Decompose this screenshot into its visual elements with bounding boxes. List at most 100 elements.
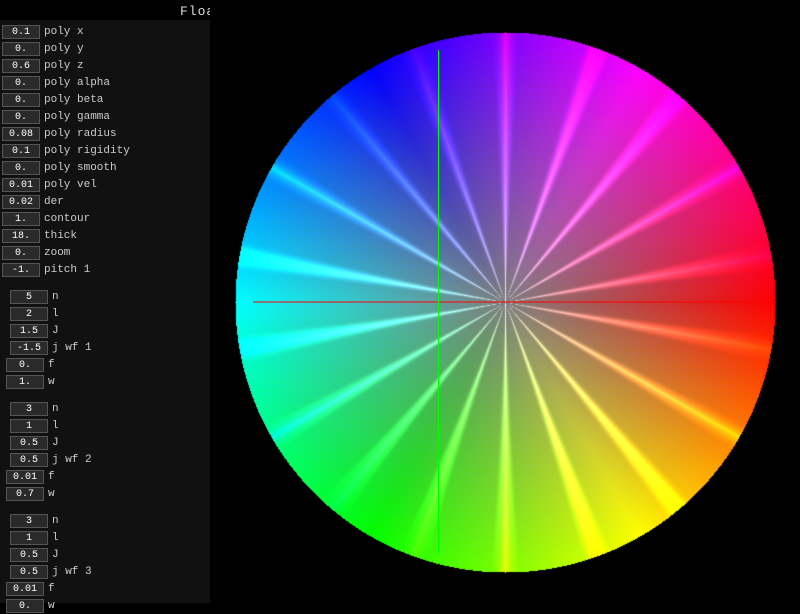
wf1-rows-val-2[interactable]: 1.5 (10, 324, 48, 338)
param-row: 0.08 poly radius (2, 126, 217, 142)
wf2-rows-val-3[interactable]: 0.5 (10, 453, 48, 467)
wf3-rows: 3n1l0.5J0.5j wf 3 (6, 513, 217, 580)
wf3-rows-lbl-1: l (52, 532, 59, 544)
param-row: 0. zoom (2, 245, 217, 261)
param-label-poly-radius: poly radius (44, 128, 117, 140)
param-value-poly-vel[interactable]: 0.01 (2, 178, 40, 192)
wf-row: 0.5J (6, 435, 217, 451)
wf-row: 5n (6, 289, 217, 305)
left-panel: 0.1poly x0.poly y0.6poly z0.poly alpha0.… (0, 20, 220, 603)
wf3-rows-val-2[interactable]: 0.5 (10, 548, 48, 562)
param-row: 0.02 der (2, 194, 217, 210)
param-value-poly-y[interactable]: 0. (2, 42, 40, 56)
param-value-contour[interactable]: 1. (2, 212, 40, 226)
color-wheel-container[interactable] (210, 0, 800, 603)
wf-row: 0.5 j wf 2 (6, 452, 217, 468)
param-value-poly-radius[interactable]: 0.08 (2, 127, 40, 141)
wf3-w-row: 0. w (6, 598, 217, 614)
wf3-rows-lbl-0: n (52, 515, 59, 527)
wf-row: 0.5 J (6, 547, 217, 563)
wf3-title-row: 0.01 f (6, 581, 217, 597)
wf-row: 3n (6, 401, 217, 417)
param-row: -1. pitch 1 (2, 262, 217, 278)
param-value-poly-gamma[interactable]: 0. (2, 110, 40, 124)
param-row: 0.01 poly vel (2, 177, 217, 193)
param-value-poly-smooth[interactable]: 0. (2, 161, 40, 175)
param-label-contour: contour (44, 213, 90, 225)
param-value-poly-rigidity[interactable]: 0.1 (2, 144, 40, 158)
wf1-rows-val-1[interactable]: 2 (10, 307, 48, 321)
wf2-rows-val-0[interactable]: 3 (10, 402, 48, 416)
wf1-f-label: f (48, 359, 55, 371)
wf1-rows-val-3[interactable]: -1.5 (10, 341, 48, 355)
param-value-der[interactable]: 0.02 (2, 195, 40, 209)
param-row: 1. contour (2, 211, 217, 227)
wf2-f-label: f (48, 471, 55, 483)
wf1-w-value[interactable]: 1. (6, 375, 44, 389)
wf1-rows: 5n2l1.5J-1.5j wf 1 (6, 289, 217, 356)
wf3-rows-lbl-2: J (52, 549, 59, 561)
wf2-rows-lbl-3: j wf 2 (52, 454, 92, 466)
param-label-zoom: zoom (44, 247, 70, 259)
param-label-poly-y: poly y (44, 43, 84, 55)
wf-row: 1l (6, 530, 217, 546)
wf3-rows-val-3[interactable]: 0.5 (10, 565, 48, 579)
param-row: 0. poly y (2, 41, 217, 57)
param-label-thick: thick (44, 230, 77, 242)
param-value-poly-z[interactable]: 0.6 (2, 59, 40, 73)
wf3-f-value[interactable]: 0.01 (6, 582, 44, 596)
param-label-poly-beta: poly beta (44, 94, 103, 106)
param-row: 0.poly alpha (2, 75, 217, 91)
wf3-w-label: w (48, 600, 55, 612)
wf2-w-value[interactable]: 0.7 (6, 487, 44, 501)
wf2-rows-val-2[interactable]: 0.5 (10, 436, 48, 450)
param-value-pitch-1[interactable]: -1. (2, 263, 40, 277)
param-row: 18. thick (2, 228, 217, 244)
wf3-rows-val-0[interactable]: 3 (10, 514, 48, 528)
wf-row: 2l (6, 306, 217, 322)
param-value-poly-alpha[interactable]: 0. (2, 76, 40, 90)
wf2-section: 3n1l0.5J0.5j wf 2 0.01 f 0.7 w (2, 401, 217, 502)
param-label-poly-z: poly z (44, 60, 84, 72)
param-label-poly-gamma: poly gamma (44, 111, 110, 123)
wf1-rows-lbl-0: n (52, 291, 59, 303)
param-row: 0. poly smooth (2, 160, 217, 176)
wf2-rows-val-1[interactable]: 1 (10, 419, 48, 433)
wf1-rows-lbl-2: J (52, 325, 59, 337)
wf3-w-value[interactable]: 0. (6, 599, 44, 613)
wf1-f-value[interactable]: 0. (6, 358, 44, 372)
wf1-rows-val-0[interactable]: 5 (10, 290, 48, 304)
param-label-poly-vel: poly vel (44, 179, 97, 191)
param-value-poly-x[interactable]: 0.1 (2, 25, 40, 39)
wf3-section: 3n1l0.5J0.5j wf 3 0.01 f 0. w (2, 513, 217, 614)
wf3-rows-val-1[interactable]: 1 (10, 531, 48, 545)
param-label-poly-smooth: poly smooth (44, 162, 117, 174)
param-value-thick[interactable]: 18. (2, 229, 40, 243)
wf3-rows-lbl-3: j wf 3 (52, 566, 92, 578)
wf-row: -1.5j wf 1 (6, 340, 217, 356)
param-row: 0. poly beta (2, 92, 217, 108)
wf1-section: 5n2l1.5J-1.5j wf 1 0. f 1. w (2, 289, 217, 390)
wf1-rows-lbl-1: l (52, 308, 59, 320)
wf2-f-value[interactable]: 0.01 (6, 470, 44, 484)
param-value-zoom[interactable]: 0. (2, 246, 40, 260)
wf3-f-label: f (48, 583, 55, 595)
wf-row: 1.5 J (6, 323, 217, 339)
wf2-title-row: 0.01 f (6, 469, 217, 485)
wf1-title-row: 0. f (6, 357, 217, 373)
wf1-w-label: w (48, 376, 55, 388)
wf2-w-row: 0.7 w (6, 486, 217, 502)
param-row: 0.1 poly rigidity (2, 143, 217, 159)
param-label-pitch-1: pitch 1 (44, 264, 90, 276)
crosshair-vertical (438, 50, 439, 554)
param-label-der: der (44, 196, 64, 208)
wheel-canvas[interactable] (225, 22, 785, 582)
crosshair-horizontal (253, 301, 757, 302)
param-label-poly-x: poly x (44, 26, 84, 38)
param-value-poly-beta[interactable]: 0. (2, 93, 40, 107)
params-list: 0.1poly x0.poly y0.6poly z0.poly alpha0.… (2, 24, 217, 278)
wf-row: 1l (6, 418, 217, 434)
wf2-w-label: w (48, 488, 55, 500)
param-row: 0.6 poly z (2, 58, 217, 74)
param-label-poly-rigidity: poly rigidity (44, 145, 130, 157)
